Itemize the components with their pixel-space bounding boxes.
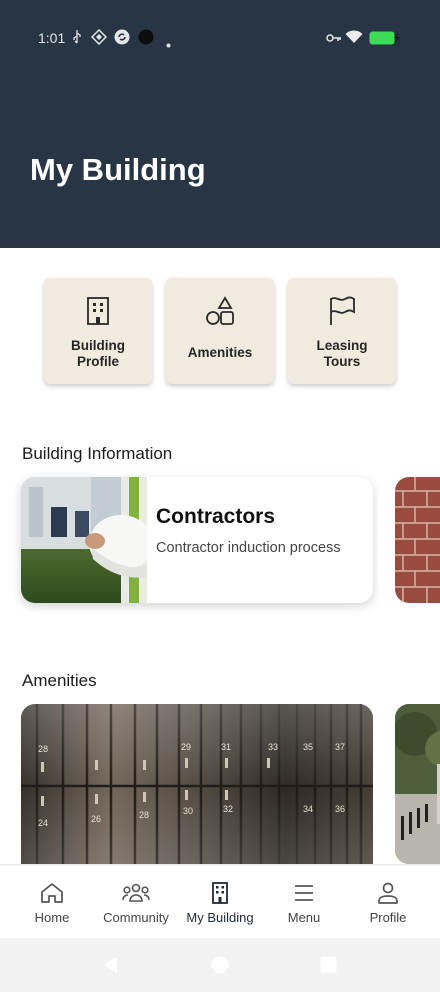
menu-icon xyxy=(295,885,313,901)
wifi-icon xyxy=(345,30,363,49)
quick-label-line1: Building xyxy=(71,338,125,353)
quick-actions: Building Profile Amenities Leasing Tours xyxy=(0,278,440,386)
locker-number: 29 xyxy=(181,742,191,752)
locker-number: 32 xyxy=(223,804,233,814)
leasing-tours-card[interactable]: Leasing Tours xyxy=(288,278,396,384)
locker-number: 30 xyxy=(183,806,193,816)
nav-my-building[interactable]: My Building xyxy=(176,865,264,939)
bottom-nav: Home Community My Building Menu Profile xyxy=(0,864,440,938)
locker-number: 31 xyxy=(221,742,231,752)
section-title-building-information: Building Information xyxy=(22,444,173,463)
lockers-photo: 28 29 31 33 35 37 24 26 28 30 32 34 36 xyxy=(21,704,373,874)
lockers-card[interactable]: 28 29 31 33 35 37 24 26 28 30 32 34 36 xyxy=(21,704,373,874)
locker-number: 36 xyxy=(335,804,345,814)
locker-number: 28 xyxy=(38,744,48,754)
outdoor-plaza-card[interactable] xyxy=(395,704,440,864)
back-icon[interactable] xyxy=(102,956,118,979)
vpn-icon xyxy=(90,28,108,50)
contractors-card[interactable]: Contractors Contractor induction process xyxy=(21,477,373,603)
building-icon xyxy=(212,882,228,904)
nav-label: Menu xyxy=(287,910,321,925)
outdoor-plaza-photo xyxy=(395,704,440,864)
locker-number: 26 xyxy=(91,814,101,824)
card-description: Contractor induction process xyxy=(156,540,341,556)
page-title: My Building xyxy=(30,152,206,187)
home-icon xyxy=(41,883,63,903)
app-header: 1:01 My Building xyxy=(0,0,440,248)
nav-menu[interactable]: Menu xyxy=(260,865,348,939)
key-icon xyxy=(326,31,342,49)
locker-number: 37 xyxy=(335,742,345,752)
sync-icon xyxy=(114,29,130,50)
card-title: Contractors xyxy=(156,505,276,528)
system-nav-bar xyxy=(0,938,440,992)
nav-community[interactable]: Community xyxy=(92,865,180,939)
nav-label: Profile xyxy=(369,910,407,925)
nav-label: Community xyxy=(103,910,169,925)
locker-number: 28 xyxy=(139,810,149,820)
brick-wall-photo xyxy=(395,477,440,603)
status-bar: 1:01 xyxy=(0,0,440,76)
circle-icon xyxy=(138,29,154,50)
usb-icon xyxy=(72,29,82,50)
hard-hat-photo xyxy=(21,477,147,603)
status-time: 1:01 xyxy=(38,30,66,46)
quick-label-line1: Amenities xyxy=(187,345,253,360)
brick-wall-card[interactable] xyxy=(395,477,440,603)
building-profile-card[interactable]: Building Profile xyxy=(44,278,152,384)
community-icon xyxy=(122,883,150,902)
nav-label: Home xyxy=(34,910,70,925)
home-circle-icon[interactable] xyxy=(211,956,229,979)
quick-label-line2: Profile xyxy=(76,354,119,369)
recents-icon[interactable] xyxy=(320,956,337,978)
section-title-amenities: Amenities xyxy=(22,671,97,690)
shapes-icon xyxy=(206,296,234,325)
nav-home[interactable]: Home xyxy=(8,865,96,939)
building-icon xyxy=(87,297,109,325)
flag-icon xyxy=(330,296,355,325)
locker-number: 35 xyxy=(303,742,313,752)
nav-label: My Building xyxy=(186,910,254,925)
quick-label-line1: Leasing xyxy=(316,338,368,353)
amenities-card[interactable]: Amenities xyxy=(166,278,274,384)
locker-number: 24 xyxy=(38,818,48,828)
nav-profile[interactable]: Profile xyxy=(344,865,432,939)
profile-icon xyxy=(378,882,398,904)
locker-number: 33 xyxy=(268,742,278,752)
dot-icon xyxy=(166,35,171,53)
battery-charging-icon xyxy=(369,31,403,50)
locker-number: 34 xyxy=(303,804,313,814)
quick-label-line2: Tours xyxy=(323,354,361,369)
